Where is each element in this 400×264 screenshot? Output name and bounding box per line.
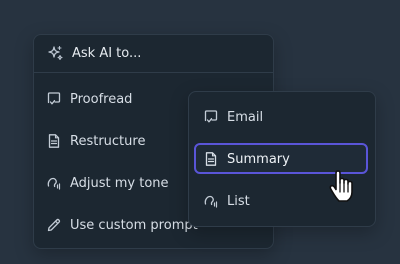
proofread-icon xyxy=(203,109,219,125)
submenu-item-email[interactable]: Email xyxy=(203,105,263,129)
proofread-icon xyxy=(46,91,62,107)
menu-item-label: Restructure xyxy=(70,133,146,149)
menu-item-proofread[interactable]: Proofread xyxy=(46,87,132,111)
pencil-icon xyxy=(46,217,62,233)
menu-item-custom-prompt[interactable]: Use custom prompt xyxy=(46,213,198,237)
submenu: Email Summary List xyxy=(188,91,376,227)
submenu-item-label: Email xyxy=(227,109,264,125)
sparkle-icon xyxy=(46,45,64,63)
menu-item-label: Use custom prompt xyxy=(70,217,198,233)
submenu-item-label: List xyxy=(227,193,250,209)
submenu-item-summary[interactable]: Summary xyxy=(203,147,290,171)
document-icon xyxy=(46,133,62,149)
submenu-item-label: Summary xyxy=(227,151,290,167)
menu-item-adjust-tone[interactable]: Adjust my tone xyxy=(46,171,169,195)
menu-item-label: Proofread xyxy=(70,91,133,107)
hand-pointer-icon xyxy=(327,170,357,204)
voice-icon xyxy=(46,175,62,191)
menu-item-restructure[interactable]: Restructure xyxy=(46,129,145,153)
voice-icon xyxy=(203,193,219,209)
ask-ai-header[interactable]: Ask AI to... xyxy=(34,35,273,73)
ask-ai-label: Ask AI to... xyxy=(72,46,142,61)
menu-item-label: Adjust my tone xyxy=(70,175,169,191)
document-icon xyxy=(203,151,219,167)
submenu-item-list[interactable]: List xyxy=(203,189,250,213)
